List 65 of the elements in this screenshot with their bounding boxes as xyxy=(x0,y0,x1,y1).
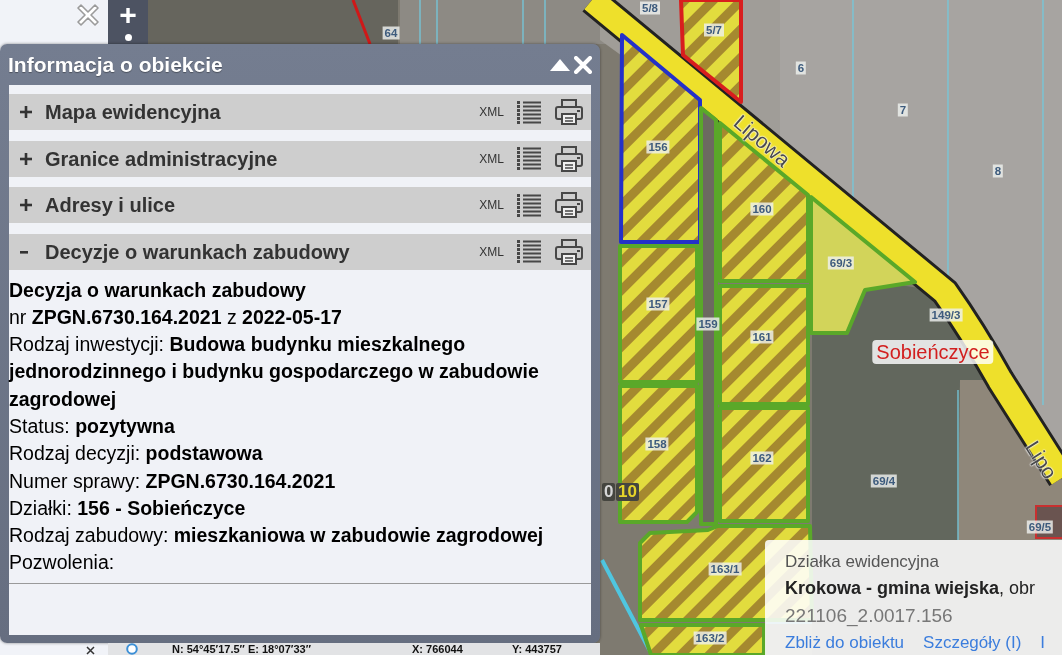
parcel-id-text: 221106_2.0017.156 xyxy=(785,604,954,629)
collapse-icon[interactable] xyxy=(550,58,570,71)
list-icon[interactable] xyxy=(517,146,541,171)
xml-link[interactable]: XML xyxy=(479,151,504,166)
parcel-number-label: 158 xyxy=(645,437,669,451)
expand-plus-icon[interactable] xyxy=(20,152,32,165)
parcel-number-label: 160 xyxy=(750,202,774,216)
map-label: 10 xyxy=(616,483,639,501)
parcel-number-label: 5/7 xyxy=(704,23,724,37)
detail-text: Numer sprawy: ZPGN.6730.164.2021 xyxy=(9,468,337,494)
parcel-number-label: 8 xyxy=(992,164,1004,178)
detail-text: nr ZPGN.6730.164.2021 z 2022-05-17 xyxy=(9,304,343,330)
map-label: 0 xyxy=(602,483,616,501)
parcel-number-label: 69/3 xyxy=(827,256,855,270)
expand-plus-icon[interactable] xyxy=(20,106,32,118)
printer-icon[interactable] xyxy=(555,192,583,218)
list-icon[interactable] xyxy=(517,192,541,218)
parcel-number-label: 162 xyxy=(750,451,774,465)
zoom-slider-handle[interactable] xyxy=(124,34,132,41)
detail-text: Pozwolenia: xyxy=(9,550,116,576)
printer-icon[interactable] xyxy=(555,99,583,125)
section-title[interactable]: Granice administracyjne xyxy=(45,146,278,171)
parcel-number-label: 69/4 xyxy=(870,474,898,488)
y-coordinate-text: Y: 443757 xyxy=(512,643,562,655)
parcel-number-label: 161 xyxy=(750,330,774,344)
parcel-number-label: 156 xyxy=(646,140,670,154)
parcel-number-label: 69/5 xyxy=(1026,520,1054,534)
popup-link[interactable]: Zbliż do obiektu xyxy=(785,629,905,655)
close-icon[interactable] xyxy=(86,646,95,655)
detail-text: Rodzaj zabudowy: mieszkaniowa w zabudowie zagrodowej xyxy=(9,523,545,549)
xml-link[interactable]: XML xyxy=(479,105,504,119)
xml-link[interactable]: XML xyxy=(479,198,504,212)
popup-title: Działka ewidencyjna xyxy=(785,551,941,573)
cross-icon[interactable] xyxy=(77,4,99,26)
list-icon[interactable] xyxy=(517,239,541,264)
section-title[interactable]: Adresy i ulice xyxy=(45,193,176,217)
parcel-location-text: Krokowa - gmina wiejska, obr xyxy=(785,577,1037,600)
parcel-number-label: 7 xyxy=(897,103,909,117)
detail-text: Działki: 156 - Sobieńczyce xyxy=(9,495,247,521)
parcel-number-label: 163/1 xyxy=(708,562,742,576)
xml-link[interactable]: XML xyxy=(479,244,504,259)
section-title[interactable]: Mapa ewidencyjna xyxy=(45,100,221,124)
parcel-number-label: 5/8 xyxy=(640,1,660,15)
popup-link[interactable]: Szczegóły (I) xyxy=(923,629,1022,655)
parcel-number-label: 157 xyxy=(646,297,670,311)
section-title[interactable]: Decyzje o warunkach zabudowy xyxy=(45,239,350,264)
parcel-number-label: 6 xyxy=(795,61,807,75)
window-title: Informacja o obiekcie xyxy=(8,52,223,77)
parcel-number-label: 159 xyxy=(696,317,720,331)
expand-plus-icon[interactable] xyxy=(20,199,32,211)
detail-text: Status: pozytywna xyxy=(9,414,176,439)
printer-icon[interactable] xyxy=(555,145,583,172)
x-coordinate-text: X: 766044 xyxy=(412,643,463,655)
circle-icon xyxy=(126,643,138,655)
list-icon[interactable] xyxy=(517,99,541,125)
zoom-in-button[interactable]: + xyxy=(108,0,148,30)
parcel-number-label: 149/3 xyxy=(929,308,963,322)
coordinates-text: N: 54°45′17.5″ E: 18°07′33″ xyxy=(172,643,311,655)
details-heading: Decyzja o warunkach zabudowy xyxy=(9,277,307,303)
parcel-number-label: 64 xyxy=(382,26,400,40)
printer-icon[interactable] xyxy=(555,238,583,265)
place-name-label: Sobieńczyce xyxy=(872,340,994,364)
parcel-number-label: 163/2 xyxy=(693,631,727,645)
detail-text: Rodzaj decyzji: podstawowa xyxy=(9,441,264,467)
boundary-line xyxy=(351,0,372,45)
